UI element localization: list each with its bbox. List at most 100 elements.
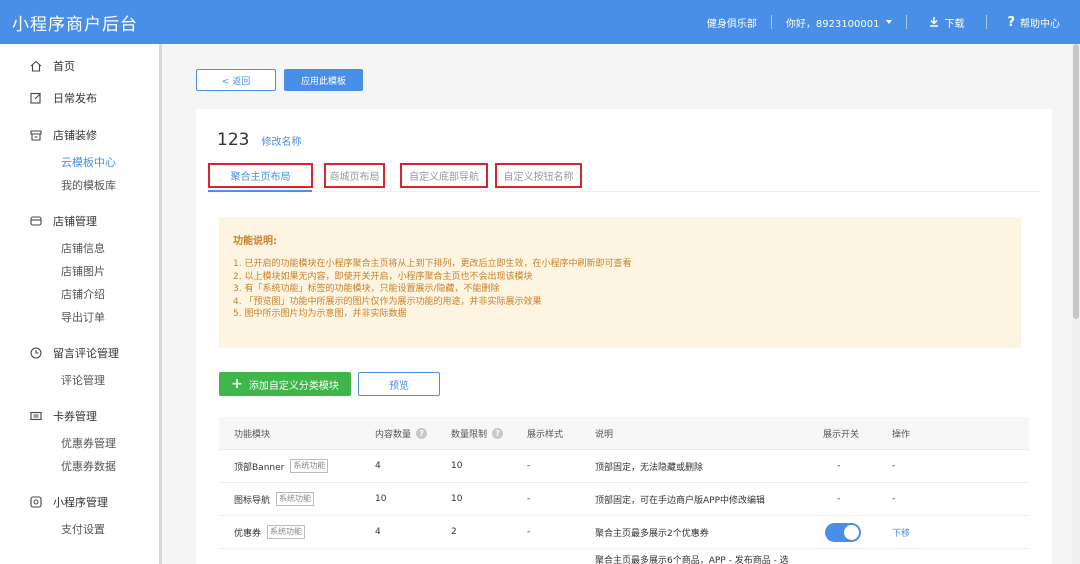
miniprogram-icon (30, 496, 42, 508)
sidebar-item-miniprogram[interactable]: 小程序管理 (0, 492, 159, 512)
back-button[interactable]: < 返回 (196, 69, 276, 91)
tab-custom-button-name[interactable]: 自定义按钮名称 (495, 163, 582, 188)
table-row: 图标导航 系统功能 10 10 - 顶部固定，可在手边商户版APP中修改编辑 - … (219, 483, 1029, 516)
tab-mall-layout[interactable]: 商城页布局 (324, 163, 385, 188)
style-value: - (527, 527, 531, 537)
template-name-row: 123 修改名称 (217, 130, 301, 150)
system-tag: 系统功能 (276, 492, 315, 506)
table-row: 优惠券 系统功能 4 2 - 聚合主页最多展示2个优惠券 下移 (219, 516, 1029, 549)
caret-down-icon (886, 20, 893, 24)
table-header: 功能模块 内容数量? 数量限制? 展示样式 说明 展示开关 操作 (219, 417, 1029, 450)
help-center-button[interactable]: ? 帮助中心 (987, 14, 1080, 30)
style-value: - (527, 461, 531, 471)
sidebar-item-store-manage[interactable]: 店铺管理 (0, 211, 159, 231)
page-scrollbar[interactable] (1072, 44, 1080, 564)
header-style: 展示样式 (527, 429, 564, 440)
table-row: 顶部Banner 系统功能 4 10 - 顶部固定，无法隐藏或删除 - - (219, 450, 1029, 483)
tab-baseline (208, 191, 1040, 192)
main-content: < 返回 应用此模板 123 修改名称 聚合主页布局 商城页布局 自定义底部导航… (196, 44, 1052, 564)
help-icon[interactable]: ? (492, 427, 504, 439)
notice-line: 1. 已开启的功能模块在小程序聚合主页将从上到下排列，更改后立即生效，在小程序中… (233, 259, 632, 269)
count-value: 10 (375, 494, 387, 504)
help-icon[interactable]: ? (416, 427, 428, 439)
store-name[interactable]: 健身俱乐部 (693, 14, 771, 30)
apply-template-button[interactable]: 应用此模板 (284, 69, 363, 91)
table-row: 聚合主页最多展示6个商品，APP - 发布商品 - 选 (219, 549, 1029, 564)
sidebar-item-store-intro[interactable]: 店铺介绍 (0, 283, 159, 306)
feature-notice: 功能说明: 1. 已开启的功能模块在小程序聚合主页将从上到下排列，更改后立即生效… (219, 217, 1021, 348)
home-icon (30, 60, 42, 72)
user-menu[interactable]: 你好，8923100001 (772, 14, 907, 30)
limit-value: 10 (451, 461, 463, 471)
sidebar: 首页 日常发布 店铺装修 云模板中心 我的模板库 店铺管理 店铺信息 店铺图片 … (0, 44, 162, 564)
question-icon: ? (1007, 14, 1015, 30)
notice-line: 5. 图中所示图片均为示意图，并非实际数据 (233, 309, 407, 319)
switch-value: - (837, 461, 841, 471)
limit-value: 2 (451, 527, 457, 537)
sidebar-item-store-info[interactable]: 店铺信息 (0, 237, 159, 260)
scrollbar-thumb[interactable] (1073, 44, 1079, 319)
preview-button[interactable]: 预览 (358, 372, 440, 396)
system-tag: 系统功能 (290, 459, 329, 473)
notice-title: 功能说明: (233, 236, 277, 247)
header-desc: 说明 (595, 429, 614, 440)
desc-value: 聚合主页最多展示6个商品，APP - 发布商品 - 选 (595, 556, 789, 564)
store-manage-icon (30, 215, 42, 227)
sidebar-item-home[interactable]: 首页 (0, 56, 159, 76)
sidebar-item-coupons[interactable]: 卡券管理 (0, 406, 159, 426)
coupon-icon (30, 410, 42, 422)
module-name: 顶部Banner (234, 462, 285, 473)
sidebar-item-cloud-template[interactable]: 云模板中心 (0, 151, 159, 174)
top-right-menu: 健身俱乐部 你好，8923100001 下载 ? 帮助中心 (693, 0, 1080, 44)
header-switch: 展示开关 (823, 429, 860, 440)
toggle-knob (844, 524, 859, 540)
header-limit: 数量限制? (451, 417, 504, 449)
switch-value: - (837, 494, 841, 504)
op-value: - (892, 494, 896, 504)
sidebar-item-shop-decoration[interactable]: 店铺装修 (0, 125, 159, 145)
style-value: - (527, 494, 531, 504)
clock-icon (30, 347, 42, 359)
sidebar-item-export-orders[interactable]: 导出订单 (0, 306, 159, 329)
tab-home-layout[interactable]: 聚合主页布局 (208, 163, 313, 188)
header-op: 操作 (892, 429, 911, 440)
top-bar: 小程序商户后台 健身俱乐部 你好，8923100001 下载 ? 帮助中心 (0, 0, 1080, 44)
add-custom-module-button[interactable]: + 添加自定义分类模块 (219, 372, 351, 396)
plus-icon: + (231, 376, 243, 392)
module-table: 功能模块 内容数量? 数量限制? 展示样式 说明 展示开关 操作 顶部Banne… (219, 417, 1029, 564)
download-icon (930, 17, 939, 27)
template-card: 123 修改名称 聚合主页布局 商城页布局 自定义底部导航 自定义按钮名称 功能… (196, 109, 1052, 564)
module-name: 优惠券 (234, 528, 262, 539)
tab-custom-bottom-nav[interactable]: 自定义底部导航 (400, 163, 488, 188)
sidebar-item-daily-publish[interactable]: 日常发布 (0, 88, 159, 108)
limit-value: 10 (451, 494, 463, 504)
sidebar-item-coupon-data[interactable]: 优惠券数据 (0, 455, 159, 478)
active-tab-indicator (208, 190, 312, 192)
desc-value: 聚合主页最多展示2个优惠券 (595, 528, 709, 539)
user-greeting: 你好，8923100001 (785, 18, 880, 30)
download-button[interactable]: 下载 (907, 14, 986, 30)
count-value: 4 (375, 461, 381, 471)
notice-line: 2. 以上模块如果无内容，即使开关开启，小程序聚合主页也不会出现该模块 (233, 271, 533, 282)
template-name: 123 (217, 130, 250, 150)
header-module: 功能模块 (234, 429, 271, 440)
sidebar-item-coupon-manage[interactable]: 优惠券管理 (0, 432, 159, 455)
desc-value: 顶部固定，可在手边商户版APP中修改编辑 (595, 495, 766, 506)
header-count: 内容数量? (375, 417, 428, 449)
notice-line: 4. 「预览图」功能中所展示的图片仅作为展示功能的用途，并非实际展示效果 (233, 296, 542, 307)
rename-link[interactable]: 修改名称 (261, 133, 301, 148)
move-down-link[interactable]: 下移 (892, 516, 910, 548)
edit-icon (30, 92, 42, 104)
module-name: 图标导航 (234, 495, 271, 506)
sidebar-item-payment-settings[interactable]: 支付设置 (0, 518, 159, 541)
system-tag: 系统功能 (267, 525, 306, 539)
op-value: - (892, 461, 896, 471)
sidebar-item-comments[interactable]: 留言评论管理 (0, 343, 159, 363)
desc-value: 顶部固定，无法隐藏或删除 (595, 462, 704, 473)
app-title: 小程序商户后台 (12, 14, 138, 35)
sidebar-item-comment-manage[interactable]: 评论管理 (0, 369, 159, 392)
display-toggle[interactable] (825, 522, 861, 542)
sidebar-item-my-templates[interactable]: 我的模板库 (0, 174, 159, 197)
sidebar-item-store-images[interactable]: 店铺图片 (0, 260, 159, 283)
notice-line: 3. 有「系统功能」标签的功能模块，只能设置展示/隐藏，不能删除 (233, 284, 500, 294)
